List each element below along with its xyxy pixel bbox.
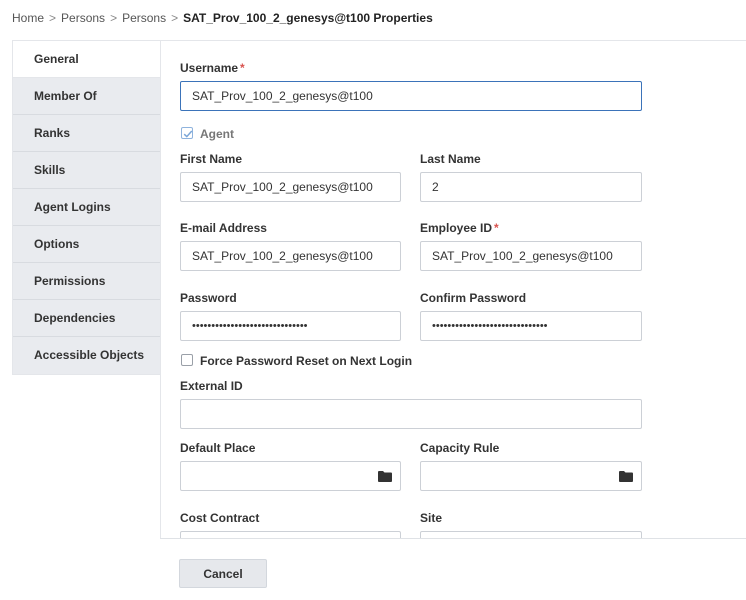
tab-permissions[interactable]: Permissions xyxy=(13,263,160,300)
confirm-password-input[interactable] xyxy=(420,311,642,341)
username-label-text: Username xyxy=(180,61,239,75)
last-name-label: Last Name xyxy=(420,152,481,166)
checkmark-icon xyxy=(183,130,193,138)
site-label: Site xyxy=(420,511,443,525)
tab-skills[interactable]: Skills xyxy=(13,152,160,189)
folder-icon[interactable] xyxy=(378,471,392,482)
agent-checkbox-label: Agent xyxy=(200,127,234,141)
external-id-label: External ID xyxy=(180,379,243,393)
breadcrumb-separator: > xyxy=(110,11,118,25)
cancel-button[interactable]: Cancel xyxy=(179,559,267,588)
username-label: Username * xyxy=(180,61,245,75)
cost-contract-label: Cost Contract xyxy=(180,511,260,525)
tab-dependencies[interactable]: Dependencies xyxy=(13,300,160,337)
employee-id-label: Employee ID * xyxy=(420,221,499,235)
external-id-input[interactable] xyxy=(180,399,642,429)
form-footer: Cancel xyxy=(160,538,746,600)
general-form-panel: Username* Agent First Name Last Name E-m… xyxy=(160,40,746,538)
agent-checkbox[interactable] xyxy=(181,127,193,139)
password-label: Password xyxy=(180,291,237,305)
tab-accessible-objects[interactable]: Accessible Objects xyxy=(13,337,160,374)
first-name-input[interactable] xyxy=(180,172,401,202)
breadcrumb-separator: > xyxy=(49,11,57,25)
email-label: E-mail Address xyxy=(180,221,267,235)
cost-contract-input[interactable] xyxy=(180,531,401,538)
tab-ranks[interactable]: Ranks xyxy=(13,115,160,152)
confirm-password-label: Confirm Password xyxy=(420,291,527,305)
default-place-label: Default Place xyxy=(180,441,256,455)
breadcrumb-persons[interactable]: Persons xyxy=(61,11,105,25)
employee-id-input[interactable] xyxy=(420,241,642,271)
required-marker: * xyxy=(494,221,499,235)
breadcrumb: Home > Persons > Persons > SAT_Prov_100_2_gene… xyxy=(12,11,433,25)
breadcrumb-current: SAT_Prov_100_2_genesys@t100 Properties xyxy=(183,11,433,25)
password-input[interactable] xyxy=(180,311,401,341)
capacity-rule-label: Capacity Rule xyxy=(420,441,500,455)
tab-agent-logins[interactable]: Agent Logins xyxy=(13,189,160,226)
tab-member-of[interactable]: Member Of xyxy=(13,78,160,115)
first-name-label: First Name xyxy=(180,152,243,166)
breadcrumb-persons-folder[interactable]: Persons xyxy=(122,11,166,25)
folder-icon[interactable] xyxy=(619,471,633,482)
breadcrumb-home[interactable]: Home xyxy=(12,11,44,25)
capacity-rule-input[interactable] xyxy=(420,461,642,491)
properties-tab-list: General Member Of Ranks Skills Agent Log… xyxy=(12,40,160,375)
breadcrumb-separator: > xyxy=(171,11,179,25)
last-name-input[interactable] xyxy=(420,172,642,202)
required-marker: * xyxy=(240,61,245,75)
email-input[interactable] xyxy=(180,241,401,271)
username-input[interactable] xyxy=(180,81,642,111)
employee-id-label-text: Employee ID xyxy=(420,221,493,235)
tab-options[interactable]: Options xyxy=(13,226,160,263)
force-password-reset-checkbox[interactable] xyxy=(181,354,193,366)
default-place-input[interactable] xyxy=(180,461,401,491)
site-input[interactable] xyxy=(420,531,642,538)
tab-general[interactable]: General xyxy=(13,41,160,78)
force-password-reset-label: Force Password Reset on Next Login xyxy=(200,354,413,368)
